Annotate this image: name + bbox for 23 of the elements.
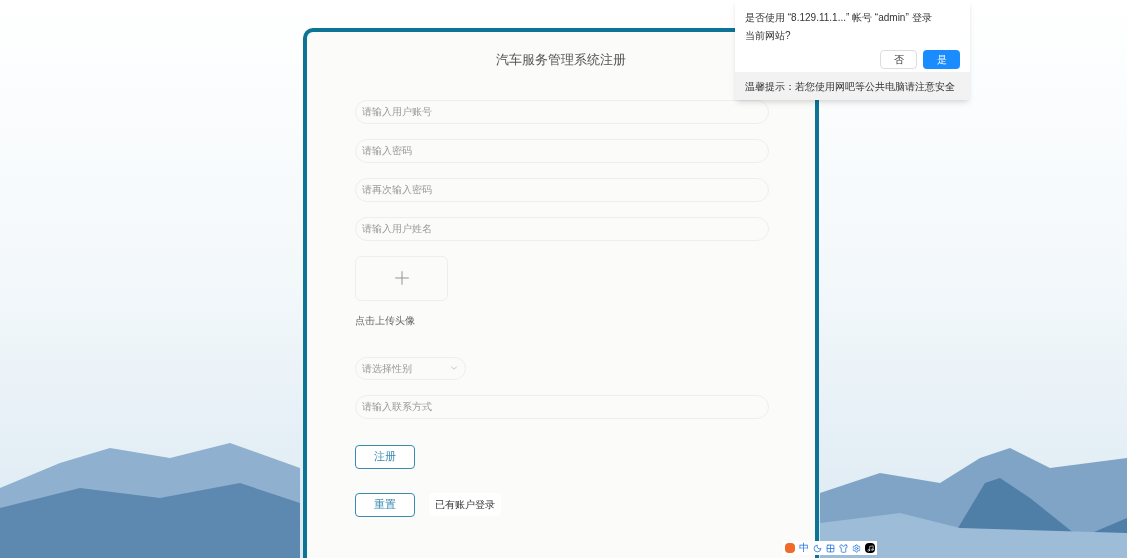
- dialog-message: 是否使用 “8.129.11.1...” 帐号 “admin” 登录: [745, 11, 933, 25]
- ime-mode[interactable]: 中: [799, 543, 809, 553]
- reset-button[interactable]: 重置: [355, 492, 415, 517]
- shirt-icon[interactable]: [839, 543, 848, 553]
- form-title: 汽车服务管理系统注册: [496, 51, 626, 69]
- settings-icon[interactable]: [852, 543, 861, 553]
- music-app-icon[interactable]: [865, 543, 875, 553]
- ime-logo-icon: [785, 543, 795, 553]
- gender-select[interactable]: 请选择性别: [355, 356, 466, 380]
- login-link[interactable]: 已有账户登录: [429, 493, 501, 516]
- dialog-message: 当前网站?: [745, 29, 792, 43]
- dialog-hint: 温馨提示：若您使用网吧等公共电脑请注意安全: [745, 79, 955, 94]
- moon-icon[interactable]: [813, 543, 822, 553]
- dialog-button[interactable]: 是: [923, 50, 960, 69]
- chevron-down-icon: [449, 363, 459, 373]
- upload-avatar-label: 点击上传头像: [355, 313, 416, 328]
- dialog-button[interactable]: 否: [880, 50, 917, 69]
- text-input-field[interactable]: 请输入用户账号: [355, 99, 769, 124]
- text-input-field[interactable]: 请输入密码: [355, 138, 769, 163]
- register-button[interactable]: 注册: [355, 444, 415, 469]
- text-input-field[interactable]: 请输入用户姓名: [355, 216, 769, 241]
- text-input-field[interactable]: 请输入联系方式: [355, 394, 769, 419]
- text-input-field[interactable]: 请再次输入密码: [355, 177, 769, 202]
